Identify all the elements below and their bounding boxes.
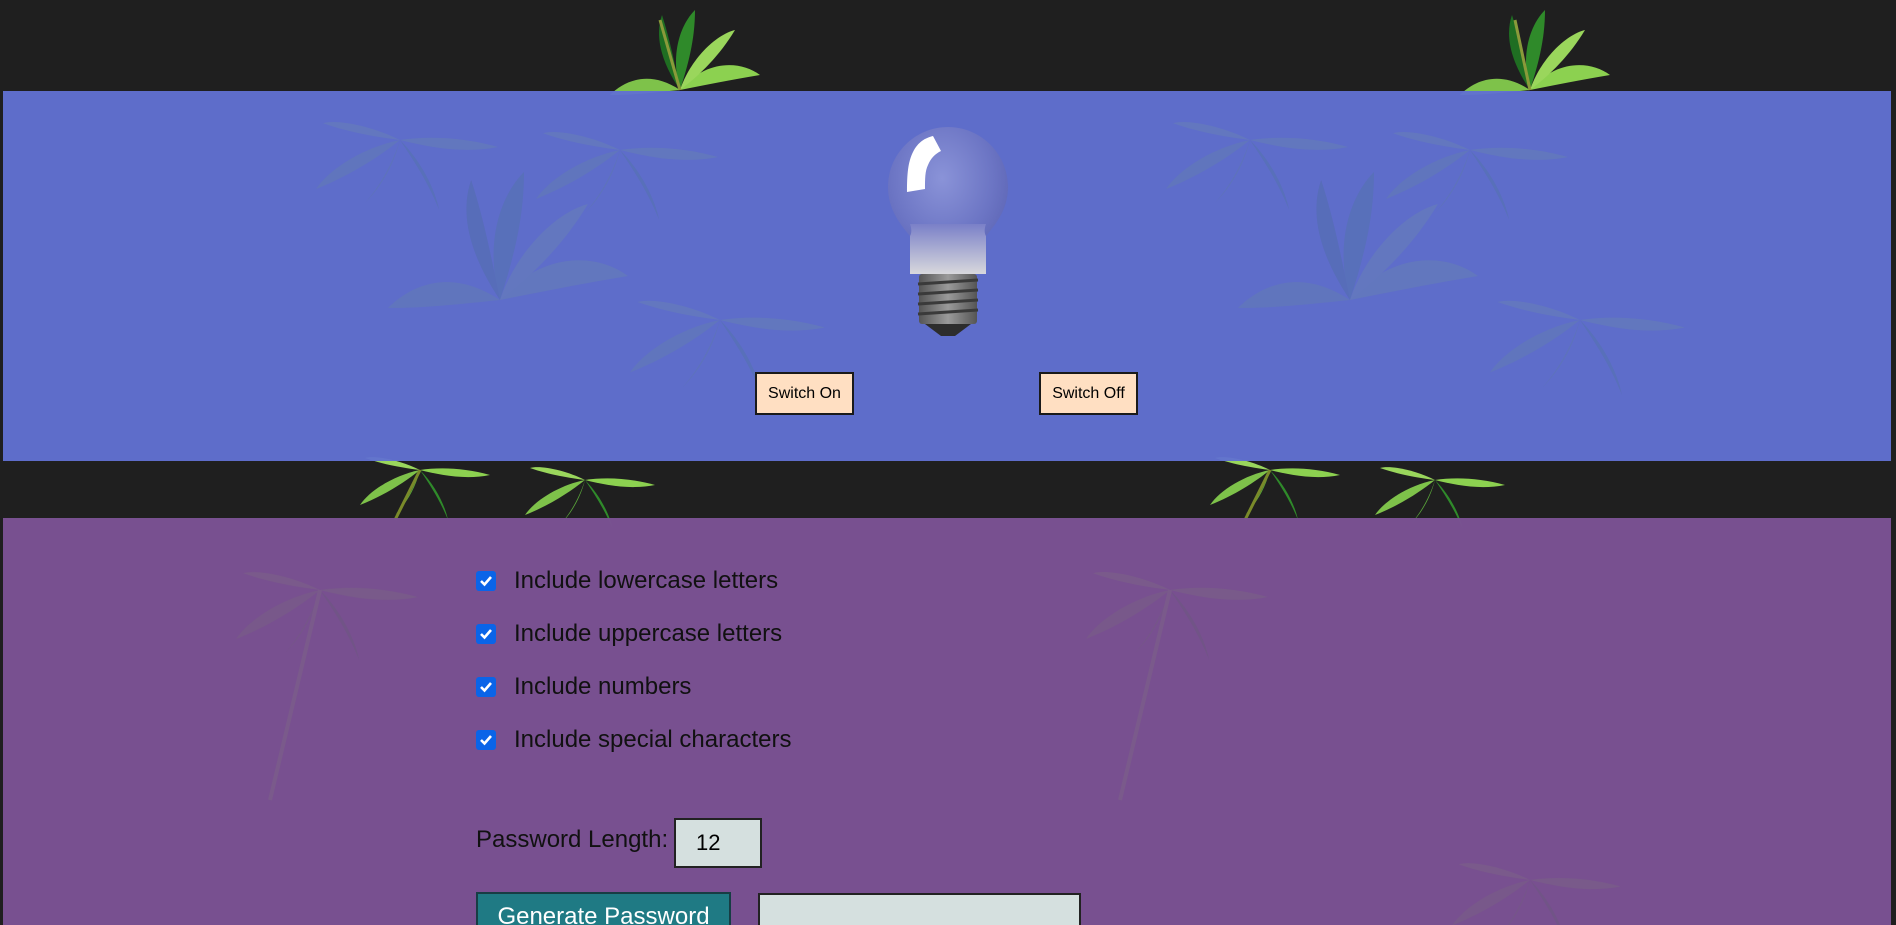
option-label: Include special characters (514, 726, 792, 753)
option-label: Include lowercase letters (514, 567, 779, 594)
password-length-label: Password Length: (476, 826, 669, 853)
checkbox-checked-icon[interactable] (476, 730, 496, 750)
checkbox-checked-icon[interactable] (476, 624, 496, 644)
checkbox-checked-icon[interactable] (476, 571, 496, 591)
generate-password-button[interactable]: Generate Password (476, 892, 731, 925)
option-lowercase[interactable]: Include lowercase letters (476, 566, 778, 596)
light-bulb-icon (888, 127, 1008, 336)
option-label: Include numbers (514, 673, 692, 700)
generator-panel (3, 518, 1891, 925)
option-label: Include uppercase letters (514, 620, 783, 647)
option-numbers[interactable]: Include numbers (476, 672, 691, 702)
option-special-characters[interactable]: Include special characters (476, 725, 791, 755)
password-length-input[interactable] (674, 818, 762, 868)
switch-off-button[interactable]: Switch Off (1039, 372, 1138, 415)
checkbox-checked-icon[interactable] (476, 677, 496, 697)
option-uppercase[interactable]: Include uppercase letters (476, 619, 782, 649)
switch-on-button[interactable]: Switch On (755, 372, 854, 415)
password-output-field[interactable] (758, 893, 1081, 925)
page: Switch On Switch Off Include lowercase l… (0, 0, 1896, 925)
